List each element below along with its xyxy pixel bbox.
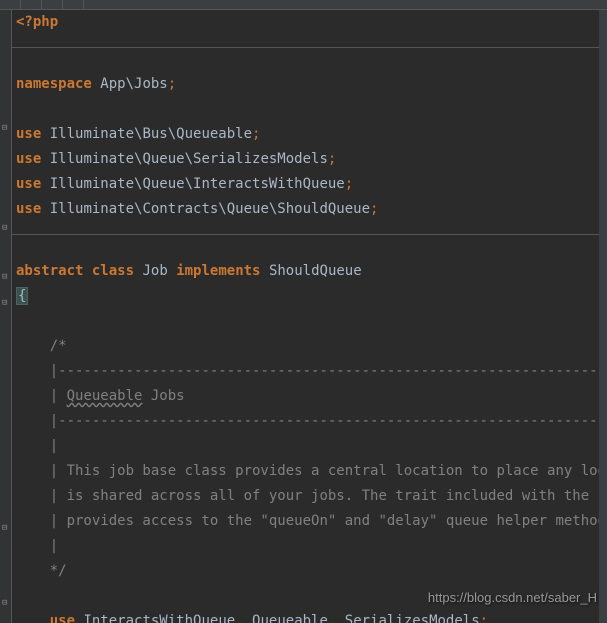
trait-name: SerializesModels [345, 613, 480, 623]
editor-tab[interactable] [42, 0, 63, 9]
comment: |---------------------------------------… [50, 363, 607, 379]
fold-marker-icon[interactable]: ⊟ [2, 598, 10, 606]
keyword: namespace [16, 76, 92, 92]
comment: | is shared across all of your jobs. The… [50, 488, 607, 504]
keyword: use [16, 201, 41, 217]
keyword: use [16, 126, 41, 142]
editor-tab[interactable] [21, 0, 42, 9]
comment: /* [50, 338, 67, 354]
editor-container: ⊟ ⊟ ⊟ ⊟ ⊟ ⊟ <?php namespace App\Jobs; us… [0, 10, 607, 623]
fold-marker-icon[interactable]: ⊟ [2, 223, 10, 231]
keyword: use [16, 176, 41, 192]
separator-line [12, 234, 607, 235]
comma: , [328, 613, 336, 623]
fold-marker-icon[interactable]: ⊟ [2, 523, 10, 531]
trait-name: InteractsWithQueue [83, 613, 235, 623]
editor-tabs [0, 0, 607, 10]
comment: */ [50, 563, 67, 579]
class-name: Job [142, 263, 167, 279]
use-statement: Illuminate\Queue\InteractsWithQueue [50, 176, 345, 192]
watermark: https://blog.csdn.net/saber_H [428, 590, 597, 605]
keyword: abstract [16, 263, 83, 279]
scrollbar[interactable] [599, 10, 607, 623]
separator-line [12, 47, 607, 48]
semicolon: ; [168, 76, 176, 92]
use-statement: Illuminate\Queue\SerializesModels [50, 151, 328, 167]
semicolon: ; [370, 201, 378, 217]
use-statement: Illuminate\Bus\Queueable [50, 126, 252, 142]
comment: |---------------------------------------… [50, 413, 607, 429]
gutter: ⊟ ⊟ ⊟ ⊟ ⊟ ⊟ [0, 10, 12, 623]
php-open-tag: <?php [16, 14, 58, 30]
trait-name: Queueable [252, 613, 328, 623]
interface-name: ShouldQueue [269, 263, 362, 279]
semicolon: ; [345, 176, 353, 192]
fold-marker-icon[interactable]: ⊟ [2, 298, 10, 306]
namespace-name: App\Jobs [100, 76, 167, 92]
brace-open: { [16, 287, 28, 305]
comment: | This job base class provides a central… [50, 463, 607, 479]
semicolon: ; [480, 613, 488, 623]
keyword: class [92, 263, 134, 279]
comma: , [235, 613, 243, 623]
semicolon: ; [252, 126, 260, 142]
keyword: use [50, 613, 75, 623]
keyword: use [16, 151, 41, 167]
keyword: implements [176, 263, 260, 279]
fold-marker-icon[interactable]: ⊟ [2, 272, 10, 280]
editor-tab[interactable] [63, 0, 84, 9]
semicolon: ; [328, 151, 336, 167]
use-statement: Illuminate\Contracts\Queue\ShouldQueue [50, 201, 370, 217]
comment: | [50, 438, 58, 454]
comment: | Queueable Jobs [50, 388, 185, 404]
comment: | [50, 538, 58, 554]
comment: | provides access to the "queueOn" and "… [50, 513, 607, 529]
fold-marker-icon[interactable]: ⊟ [2, 123, 10, 131]
code-editor[interactable]: <?php namespace App\Jobs; use Illuminate… [12, 10, 607, 623]
editor-tab[interactable] [0, 0, 21, 9]
